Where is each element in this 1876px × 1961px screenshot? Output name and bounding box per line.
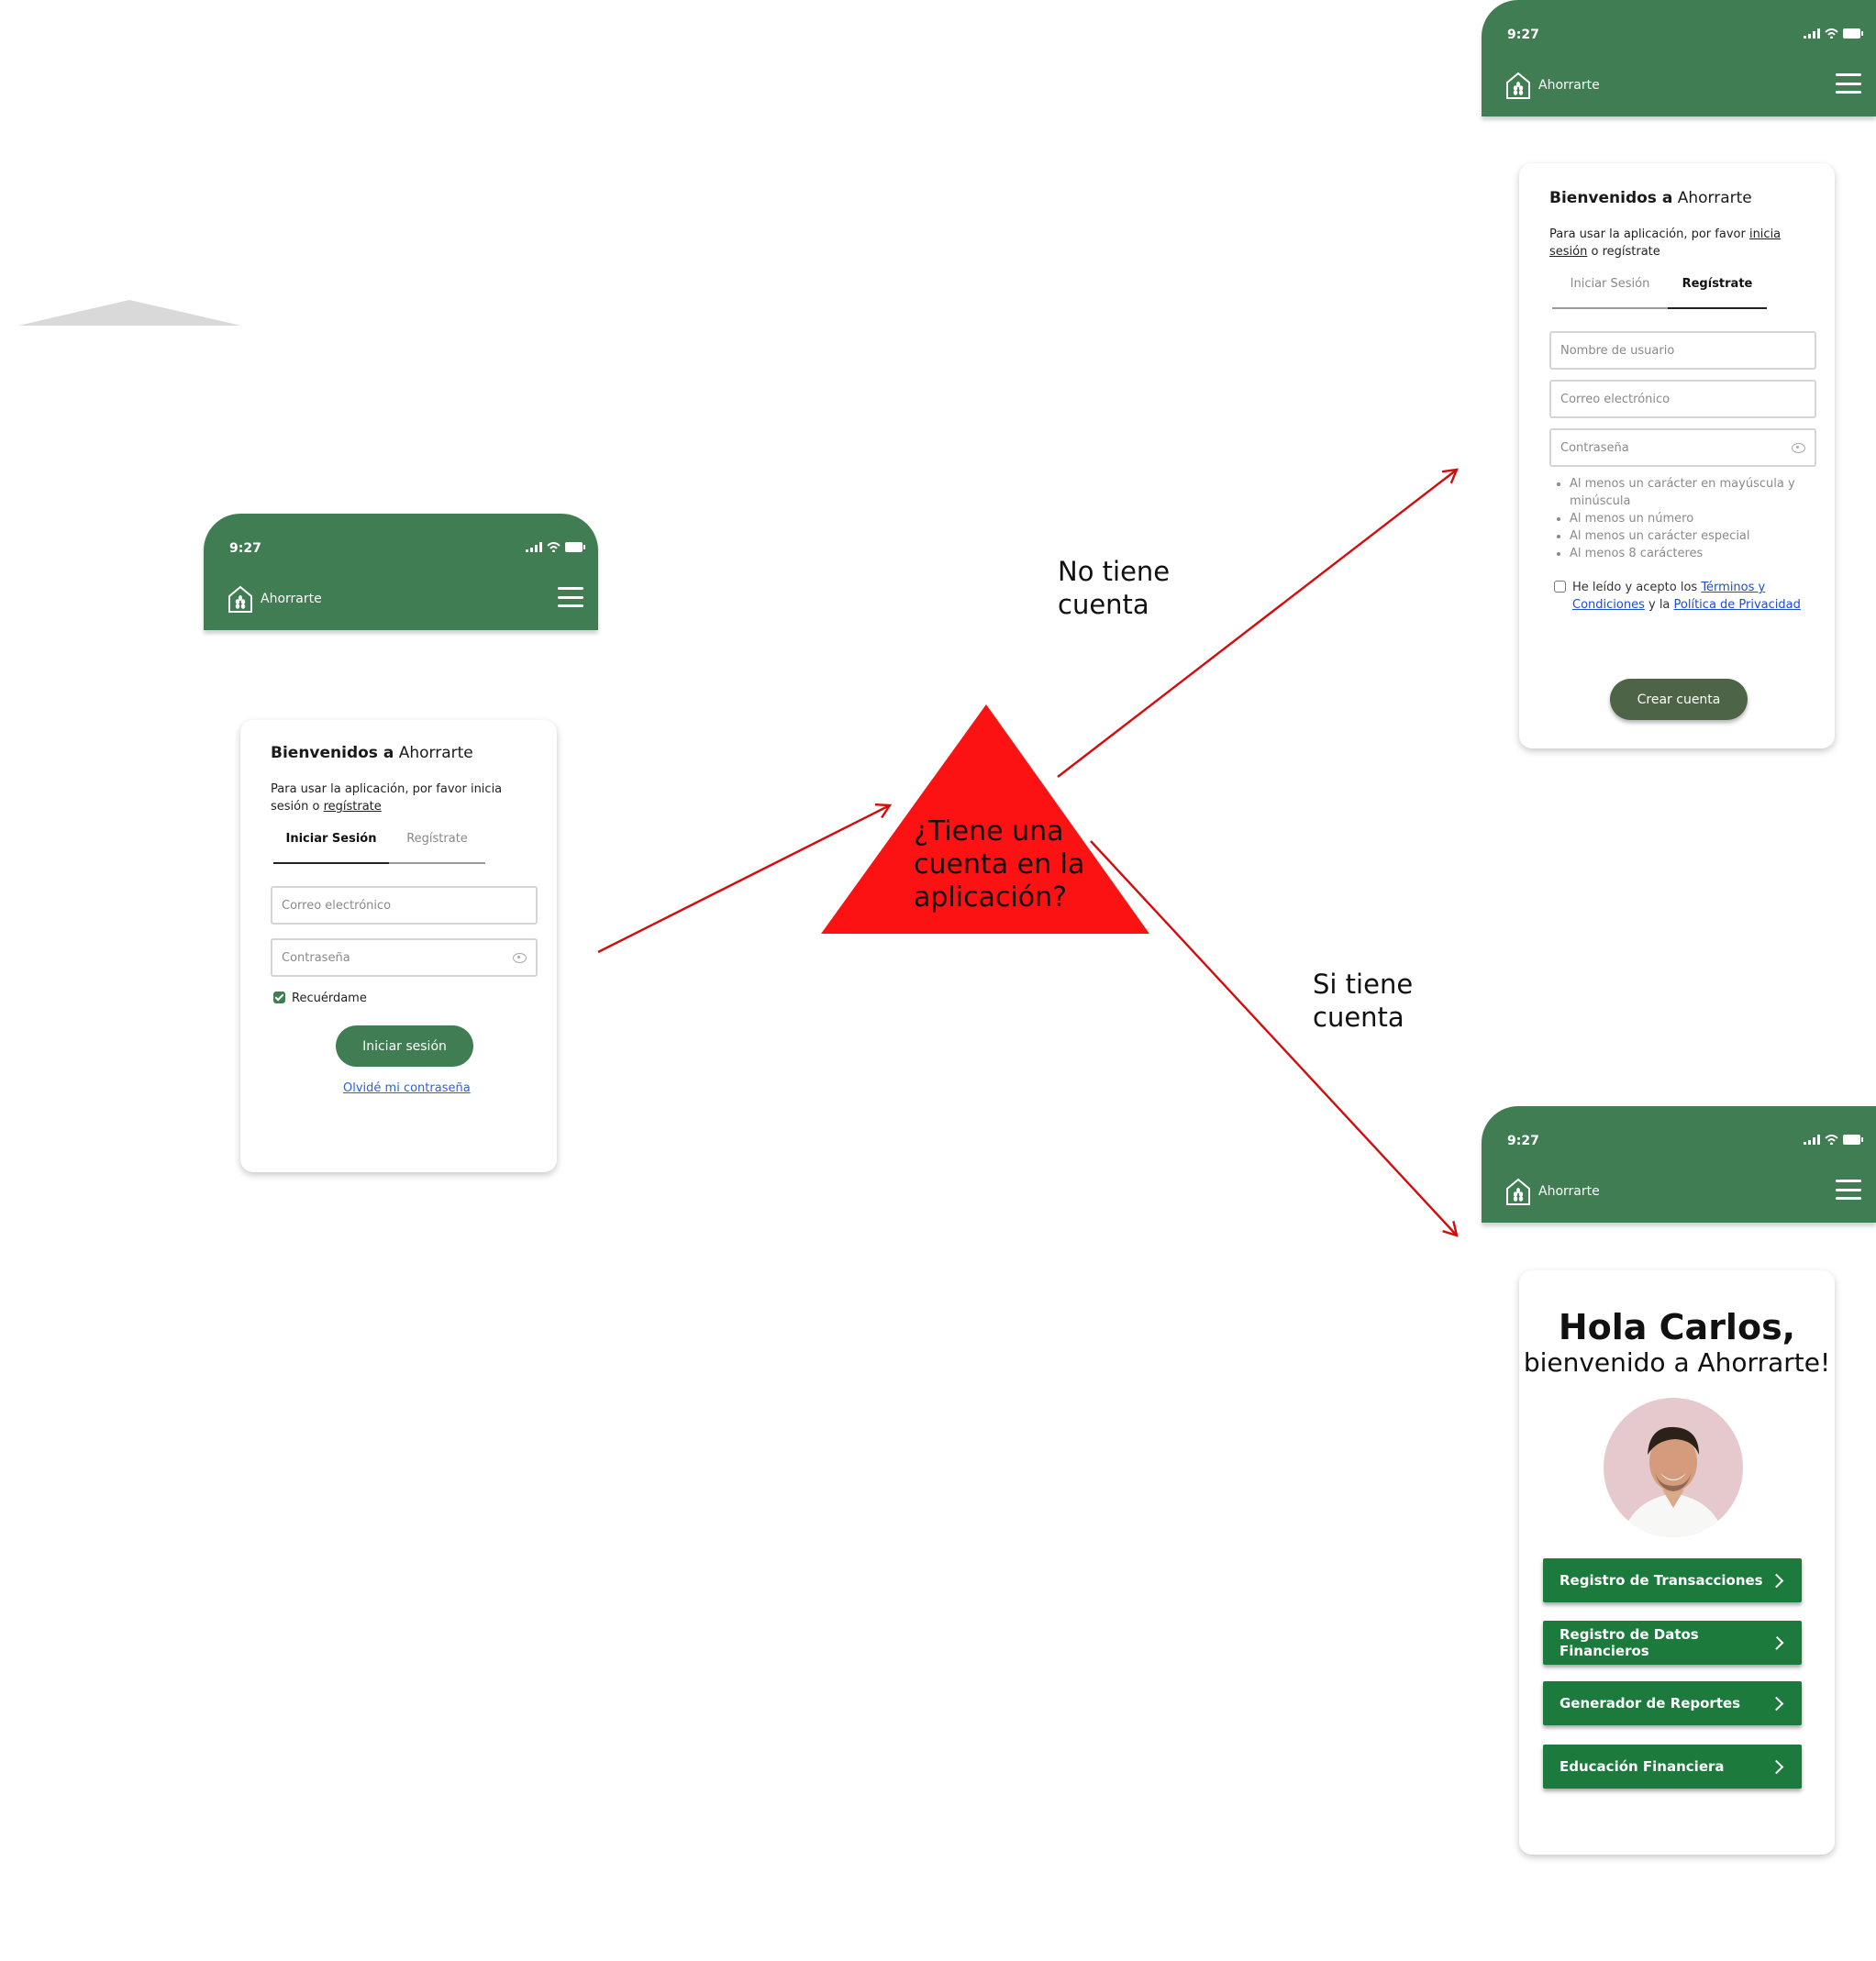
rule-item: Al menos un carácter especial xyxy=(1570,527,1808,545)
username-placeholder: Nombre de usuario xyxy=(1560,343,1675,358)
chevron-right-icon xyxy=(1769,1573,1784,1588)
rule-item: Al menos un número xyxy=(1570,510,1808,527)
battery-icon xyxy=(1843,28,1863,39)
ahorrarte-logo-icon xyxy=(1506,1178,1530,1205)
home-greeting: Hola Carlos, xyxy=(1558,1307,1796,1347)
menu-button-reports[interactable]: Generador de Reportes xyxy=(1543,1681,1802,1725)
menu-button-transactions[interactable]: Registro de Transacciones xyxy=(1543,1558,1802,1602)
username-field[interactable]: Nombre de usuario xyxy=(1549,331,1816,370)
privacy-link[interactable]: Política de Privacidad xyxy=(1674,598,1801,612)
brand: Ahorrarte xyxy=(1504,1177,1600,1206)
register-welcome-title: Bienvenidos a Ahorrarte xyxy=(1549,189,1752,207)
wifi-icon xyxy=(1825,28,1838,39)
menu-button-label: Educación Financiera xyxy=(1560,1758,1725,1775)
password-field[interactable]: Contraseña xyxy=(1549,428,1816,467)
user-avatar xyxy=(1604,1398,1743,1537)
status-icons xyxy=(1804,1135,1863,1145)
tab-register[interactable]: Regístrate xyxy=(1668,277,1767,309)
decision-label: ¿Tiene una cuenta en la aplicación? xyxy=(914,815,1085,914)
register-app-header: 9:27 Ahorrarte xyxy=(1482,0,1876,116)
menu-button-label: Registro de Datos Financieros xyxy=(1560,1626,1699,1659)
status-time: 9:27 xyxy=(1507,28,1539,42)
home-app-header: 9:27 Ahorrarte xyxy=(1482,1106,1876,1223)
password-placeholder: Contraseña xyxy=(1560,440,1629,455)
has-account-label: Si tiene cuenta xyxy=(1313,969,1414,1033)
register-card: Bienvenidos a Ahorrarte Para usar la apl… xyxy=(1519,163,1835,748)
rule-item: Al menos un carácter en mayúscula y minú… xyxy=(1570,475,1808,510)
brand: Ahorrarte xyxy=(1504,71,1600,100)
status-icons xyxy=(1804,28,1863,39)
tab-login[interactable]: Iniciar Sesión xyxy=(1552,277,1668,307)
login-link[interactable]: inicia xyxy=(1749,227,1781,241)
wifi-icon xyxy=(1825,1135,1838,1145)
home-welcome: bienvenido a Ahorrarte! xyxy=(1523,1347,1831,1378)
status-time: 9:27 xyxy=(1507,1134,1539,1148)
signal-icon xyxy=(1804,1135,1820,1145)
menu-button-label: Registro de Transacciones xyxy=(1560,1572,1763,1589)
ahorrarte-logo-icon xyxy=(1506,72,1530,99)
login-link-cont[interactable]: sesión xyxy=(1549,245,1587,259)
chevron-right-icon xyxy=(1769,1759,1784,1774)
show-password-icon[interactable] xyxy=(1792,443,1805,453)
create-account-button[interactable]: Crear cuenta xyxy=(1610,679,1748,720)
menu-button-education[interactable]: Educación Financiera xyxy=(1543,1745,1802,1789)
register-tabs: Iniciar Sesión Regístrate xyxy=(1552,277,1767,309)
arrow-no-account xyxy=(1057,470,1457,778)
terms-text: He leído y acepto los Términos y Condici… xyxy=(1572,581,1801,612)
password-rules: Al menos un carácter en mayúscula y minú… xyxy=(1555,475,1808,562)
hamburger-menu-icon[interactable] xyxy=(1836,1180,1861,1200)
hamburger-menu-icon[interactable] xyxy=(1836,73,1861,94)
no-account-label: No tiene cuenta xyxy=(1058,556,1171,620)
email-field[interactable]: Correo electrónico xyxy=(1549,380,1816,418)
brand-name: Ahorrarte xyxy=(1538,78,1600,93)
chevron-right-icon xyxy=(1769,1696,1784,1711)
signal-icon xyxy=(1804,28,1820,39)
register-subtitle: Para usar la aplicación, por favor inici… xyxy=(1549,227,1782,259)
menu-button-label: Generador de Reportes xyxy=(1560,1695,1741,1712)
terms-checkbox[interactable] xyxy=(1554,581,1566,593)
rule-item: Al menos 8 carácteres xyxy=(1570,545,1808,562)
brand-name: Ahorrarte xyxy=(1538,1184,1600,1199)
battery-icon xyxy=(1843,1135,1863,1145)
menu-button-financial-data[interactable]: Registro de Datos Financieros xyxy=(1543,1621,1802,1665)
email-placeholder: Correo electrónico xyxy=(1560,392,1671,406)
arrow-has-account xyxy=(1090,840,1457,1235)
